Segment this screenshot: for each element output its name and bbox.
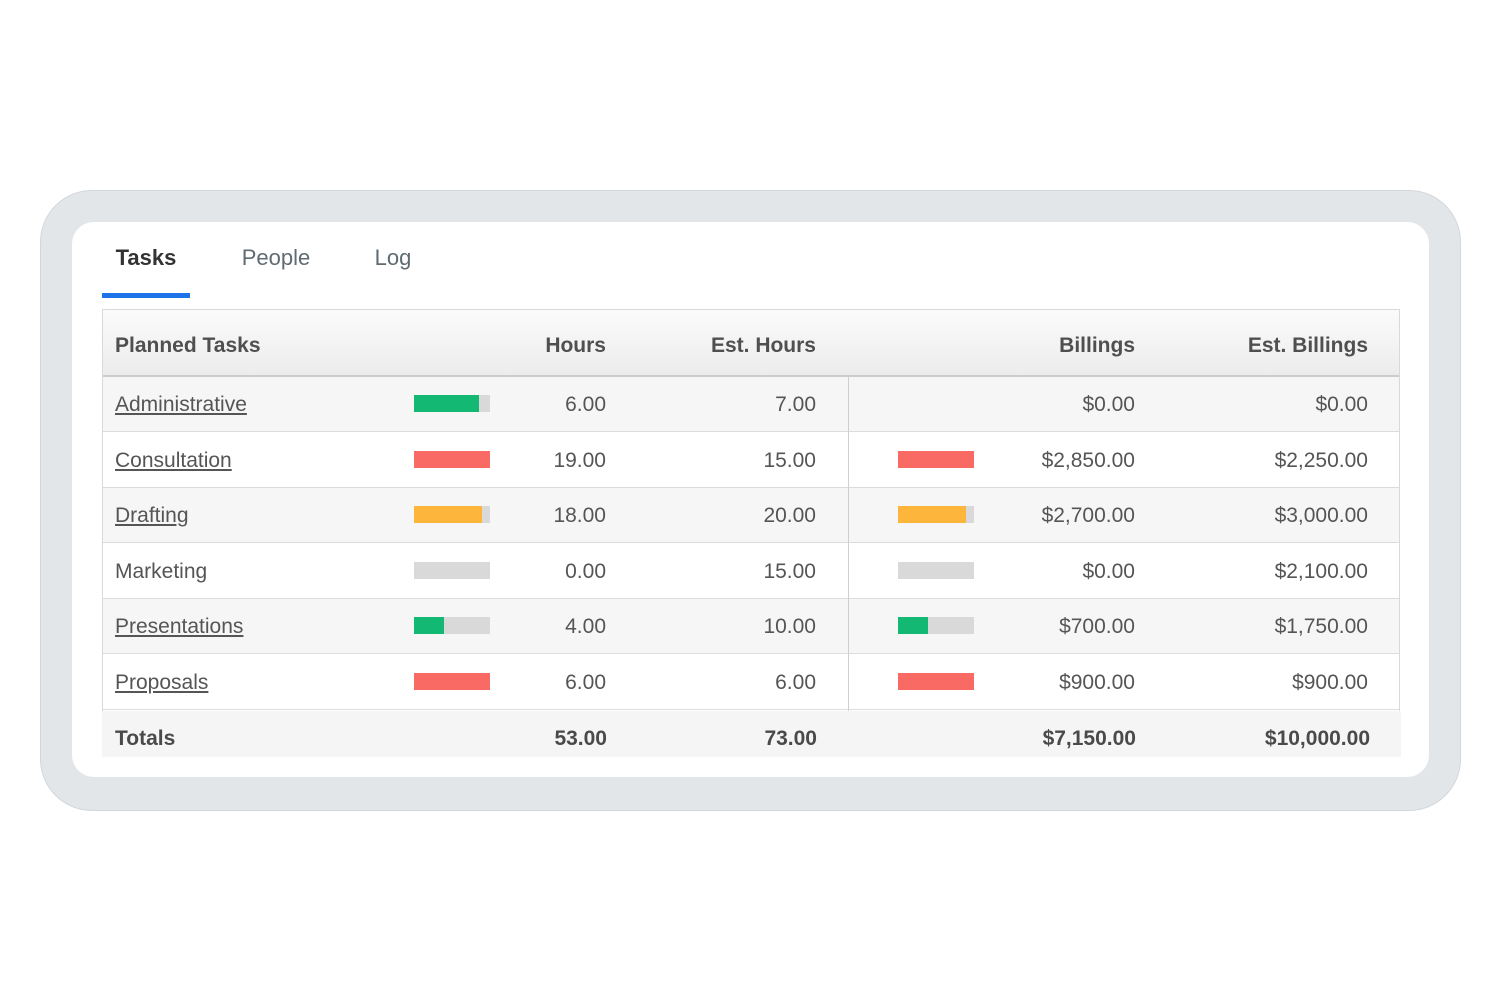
header-hours[interactable]: Hours — [545, 334, 606, 358]
billings-value: $2,850.00 — [1041, 449, 1135, 472]
est-hours-value: 10.00 — [763, 615, 816, 638]
hours-progress-bar-fill — [414, 506, 482, 523]
outer-frame: Tasks People Log Planned Tasks Hours Est… — [40, 190, 1461, 811]
billings-progress-bar-fill — [898, 451, 974, 468]
billings-progress-bar-track — [898, 506, 974, 523]
billings-progress-bar-fill — [898, 673, 974, 690]
tab-log-label: Log — [374, 245, 412, 270]
header-est-hours[interactable]: Est. Hours — [711, 334, 816, 358]
billings-value: $2,700.00 — [1041, 504, 1135, 527]
hours-progress-bar-track — [414, 395, 490, 412]
table-row: Proposals 6.00 6.00 $900.00 $900.00 — [103, 655, 1399, 710]
header-billings[interactable]: Billings — [1059, 334, 1135, 358]
totals-est-hours: 73.00 — [764, 727, 817, 750]
table-header: Planned Tasks Hours Est. Hours Billings … — [103, 310, 1399, 377]
est-hours-value: 6.00 — [775, 671, 816, 694]
hours-value: 4.00 — [565, 615, 606, 638]
table-row: Consultation 19.00 15.00 $2,850.00 $2,250.00 — [103, 433, 1399, 488]
tab-people-label: People — [241, 245, 311, 270]
est-hours-value: 15.00 — [763, 560, 816, 583]
hours-progress-bar-fill — [414, 673, 490, 690]
hours-value: 19.00 — [553, 449, 606, 472]
totals-hours: 53.00 — [554, 727, 607, 750]
billings-value: $0.00 — [1082, 393, 1135, 416]
totals-est-billings: $10,000.00 — [1264, 727, 1370, 750]
billings-value: $700.00 — [1059, 615, 1135, 638]
table-row: Presentations 4.00 10.00 $700.00 $1,750.00 — [103, 599, 1399, 654]
header-planned-tasks[interactable]: Planned Tasks — [115, 334, 261, 358]
hours-value: 6.00 — [565, 671, 606, 694]
est-hours-value: 20.00 — [763, 504, 816, 527]
hours-progress-bar-fill — [414, 451, 490, 468]
tab-people[interactable]: People — [232, 222, 320, 298]
task-name-link[interactable]: Proposals — [115, 671, 208, 695]
billings-progress-bar-fill — [898, 617, 928, 634]
hours-progress-bar-track — [414, 673, 490, 690]
active-tab-indicator — [102, 293, 190, 298]
est-hours-value: 7.00 — [775, 393, 816, 416]
hours-progress-bar-track — [414, 617, 490, 634]
tab-log[interactable]: Log — [360, 222, 426, 298]
est-billings-value: $0.00 — [1315, 393, 1368, 416]
billings-value: $0.00 — [1082, 560, 1135, 583]
billings-progress-bar-fill — [898, 506, 966, 523]
hours-progress-bar-fill — [414, 617, 444, 634]
totals-billings: $7,150.00 — [1042, 727, 1136, 750]
billings-progress-bar-track — [898, 617, 974, 634]
hours-value: 18.00 — [553, 504, 606, 527]
totals-label: Totals — [115, 727, 176, 750]
column-divider — [848, 377, 849, 711]
header-est-billings[interactable]: Est. Billings — [1248, 334, 1368, 358]
hours-progress-bar-fill — [414, 395, 479, 412]
billings-value: $900.00 — [1059, 671, 1135, 694]
est-billings-value: $2,100.00 — [1274, 560, 1368, 583]
planned-tasks-table: Planned Tasks Hours Est. Hours Billings … — [102, 309, 1401, 757]
table-row: Marketing 0.00 15.00 $0.00 $2,100.00 — [103, 544, 1399, 599]
task-name: Marketing — [115, 560, 208, 583]
task-name-link[interactable]: Consultation — [115, 449, 232, 473]
billings-progress-bar-track — [898, 673, 974, 690]
task-name-link[interactable]: Drafting — [115, 504, 189, 528]
table-row: Drafting 18.00 20.00 $2,700.00 $3,000.00 — [103, 488, 1399, 543]
est-billings-value: $900.00 — [1292, 671, 1368, 694]
task-name-link[interactable]: Administrative — [115, 393, 247, 417]
hours-value: 0.00 — [565, 560, 606, 583]
est-billings-value: $2,250.00 — [1274, 449, 1368, 472]
task-name-link[interactable]: Presentations — [115, 615, 243, 639]
hours-progress-bar-track — [414, 562, 490, 579]
tab-tasks[interactable]: Tasks — [102, 222, 190, 298]
content-card: Tasks People Log Planned Tasks Hours Est… — [72, 222, 1429, 777]
hours-progress-bar-track — [414, 451, 490, 468]
est-hours-value: 15.00 — [763, 449, 816, 472]
billings-progress-bar-track — [898, 562, 974, 579]
hours-value: 6.00 — [565, 393, 606, 416]
tab-tasks-label: Tasks — [115, 245, 177, 270]
hours-progress-bar-track — [414, 506, 490, 523]
est-billings-value: $1,750.00 — [1274, 615, 1368, 638]
table-row: Administrative 6.00 7.00 $0.00 $0.00 — [103, 377, 1399, 432]
totals-row: Totals 53.00 73.00 $7,150.00 $10,000.00 — [102, 711, 1401, 757]
billings-progress-bar-track — [898, 451, 974, 468]
est-billings-value: $3,000.00 — [1274, 504, 1368, 527]
